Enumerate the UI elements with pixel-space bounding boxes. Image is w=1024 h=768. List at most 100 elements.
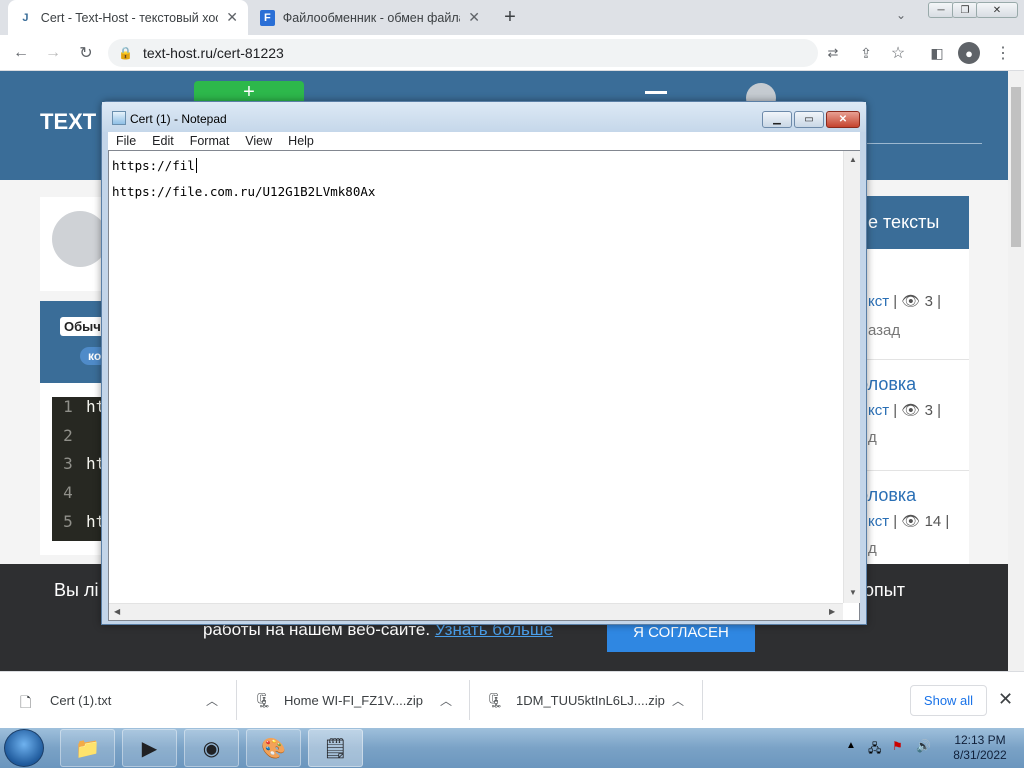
profile-avatar-icon[interactable]: ●: [958, 42, 980, 64]
zip-file-icon: 🗜: [486, 691, 504, 708]
tab-file-exchanger[interactable]: F Файлообменник - обмен файла ✕: [250, 0, 490, 35]
reload-icon[interactable]: ↻: [75, 42, 97, 64]
scroll-left-icon[interactable]: ◀: [114, 607, 120, 616]
show-hidden-icons-icon[interactable]: ▲: [846, 740, 856, 751]
cookie-text: опыт: [864, 580, 905, 600]
chevron-up-icon[interactable]: ︿: [440, 692, 452, 709]
recent-text-title[interactable]: оловка: [858, 485, 969, 506]
menu-file[interactable]: File: [108, 134, 144, 148]
notepad-content[interactable]: https://fil https://file.com.ru/U12G1B2LV…: [112, 153, 842, 205]
notepad-text-area[interactable]: https://fil https://file.com.ru/U12G1B2LV…: [108, 150, 860, 621]
menu-edit[interactable]: Edit: [144, 134, 182, 148]
notepad-minimize-button[interactable]: ▁: [762, 111, 792, 128]
bookmark-star-icon[interactable]: ☆: [887, 42, 909, 64]
eye-icon: 👁: [901, 293, 921, 310]
browser-toolbar: ← → ↻ 🔒 text-host.ru/cert-81223 ⇄ ⇪ ☆ ◧ …: [0, 35, 1024, 71]
share-icon[interactable]: ⇪: [855, 42, 877, 64]
scroll-right-icon[interactable]: ▶: [829, 607, 835, 616]
line-number: 2: [63, 426, 73, 445]
address-bar[interactable]: 🔒 text-host.ru/cert-81223: [108, 39, 818, 67]
notepad-title: Cert (1) - Notepad: [130, 112, 227, 126]
download-item[interactable]: 🗜 1DM_TUU5ktInL6LJ....zip ︿: [486, 672, 701, 729]
text-line-1: https://fil: [112, 158, 195, 173]
cookie-text: Вы лі: [54, 580, 99, 600]
plain-text-label[interactable]: Обыч: [60, 317, 105, 336]
site-logo[interactable]: TEXT: [40, 109, 96, 135]
notepad-horizontal-scrollbar[interactable]: ◀ ▶: [109, 603, 843, 620]
new-tab-button[interactable]: +: [498, 5, 522, 29]
url-text: text-host.ru/cert-81223: [142, 45, 284, 61]
line-number: 5: [63, 512, 73, 531]
close-tab-icon[interactable]: ✕: [226, 9, 238, 26]
line-number: 3: [63, 454, 73, 473]
menu-view[interactable]: View: [237, 134, 280, 148]
download-item[interactable]: 🗋 Cert (1).txt ︿: [20, 672, 235, 729]
recent-text-title[interactable]: оловка: [858, 374, 969, 395]
time-ago: д: [868, 429, 877, 446]
file-exchanger-favicon-icon: F: [260, 9, 275, 26]
chevron-up-icon[interactable]: ︿: [672, 692, 684, 709]
download-filename: Home WI-FI_FZ1V....zip: [284, 693, 423, 708]
time-ago: азад: [868, 322, 901, 339]
zip-file-icon: 🗜: [254, 691, 272, 708]
file-explorer-icon[interactable]: 📁: [60, 729, 115, 767]
back-arrow-icon[interactable]: ←: [10, 42, 32, 64]
close-tab-icon[interactable]: ✕: [468, 9, 480, 26]
notepad-icon: [112, 111, 126, 125]
code-card: 1 ht 2 3 ht 4 5 ht: [40, 383, 110, 555]
action-center-icon[interactable]: ⚑: [892, 739, 903, 753]
side-panel-icon[interactable]: ◧: [926, 42, 948, 64]
paint-icon[interactable]: 🎨: [246, 729, 301, 767]
view-count: 14: [924, 513, 942, 530]
clock-date: 8/31/2022: [953, 748, 1007, 762]
menu-help[interactable]: Help: [280, 134, 322, 148]
tab-strip: J Cert - Text-Host - текстовый хос ✕ F Ф…: [0, 0, 1024, 35]
recent-text-link[interactable]: кст: [868, 402, 889, 419]
notepad-taskbar-icon[interactable]: 🗒: [308, 729, 363, 767]
notepad-close-button[interactable]: ✕: [826, 111, 860, 128]
text-file-icon: 🗋: [20, 693, 32, 710]
chevron-up-icon[interactable]: ︿: [206, 692, 218, 709]
media-player-icon[interactable]: ▶: [122, 729, 177, 767]
text-line-2: https://file.com.ru/U12G1B2LVmk80Ax: [112, 184, 376, 199]
notepad-title-bar[interactable]: Cert (1) - Notepad ▁ ▭ ✕: [102, 102, 866, 132]
tab-title: Файлообменник - обмен файла: [282, 10, 461, 25]
clock-time: 12:13 PM: [954, 733, 1006, 747]
line-number: 4: [63, 483, 73, 502]
tab-text-host[interactable]: J Cert - Text-Host - текстовый хос ✕: [8, 0, 248, 35]
show-all-button[interactable]: Show all: [910, 685, 987, 716]
view-count: 3: [924, 402, 933, 419]
text-cursor: [195, 158, 197, 173]
lock-icon[interactable]: 🔒: [118, 46, 133, 60]
menu-format[interactable]: Format: [182, 134, 238, 148]
scroll-down-icon[interactable]: ▼: [849, 588, 857, 597]
text-toolbar-card: Обыч ко: [40, 301, 110, 383]
close-downloads-icon[interactable]: ✕: [998, 689, 1013, 710]
translate-icon[interactable]: ⇄: [822, 42, 844, 64]
recent-text-link[interactable]: кст: [868, 293, 889, 310]
notepad-window: Cert (1) - Notepad ▁ ▭ ✕ File Edit Forma…: [101, 101, 867, 625]
start-button[interactable]: [4, 729, 44, 767]
tab-search-chevron-icon[interactable]: ⌄: [896, 8, 906, 22]
downloads-bar: 🗋 Cert (1).txt ︿ 🗜 Home WI-FI_FZ1V....zi…: [0, 671, 1024, 728]
forward-arrow-icon[interactable]: →: [42, 42, 64, 64]
scroll-up-icon[interactable]: ▲: [849, 155, 857, 164]
browser-menu-icon[interactable]: ⋮: [992, 42, 1014, 64]
tab-title: Cert - Text-Host - текстовый хос: [40, 10, 219, 25]
network-icon[interactable]: 🖧: [868, 739, 881, 760]
notepad-vertical-scrollbar[interactable]: ▲ ▼: [843, 151, 860, 603]
author-avatar: [52, 211, 108, 267]
minimize-button[interactable]: ─: [928, 2, 954, 18]
volume-icon[interactable]: 🔊: [916, 739, 931, 753]
chrome-icon[interactable]: ◉: [184, 729, 239, 767]
recent-text-link[interactable]: кст: [868, 513, 889, 530]
divider: [236, 680, 237, 720]
page-scrollbar-thumb[interactable]: [1011, 87, 1021, 247]
notepad-maximize-button[interactable]: ▭: [794, 111, 824, 128]
divider: [702, 680, 703, 720]
clock[interactable]: 12:13 PM 8/31/2022: [940, 733, 1020, 763]
eye-icon: 👁: [901, 402, 921, 419]
download-item[interactable]: 🗜 Home WI-FI_FZ1V....zip ︿: [254, 672, 469, 729]
close-window-button[interactable]: ✕: [976, 2, 1018, 18]
restore-button[interactable]: ❐: [952, 2, 978, 18]
